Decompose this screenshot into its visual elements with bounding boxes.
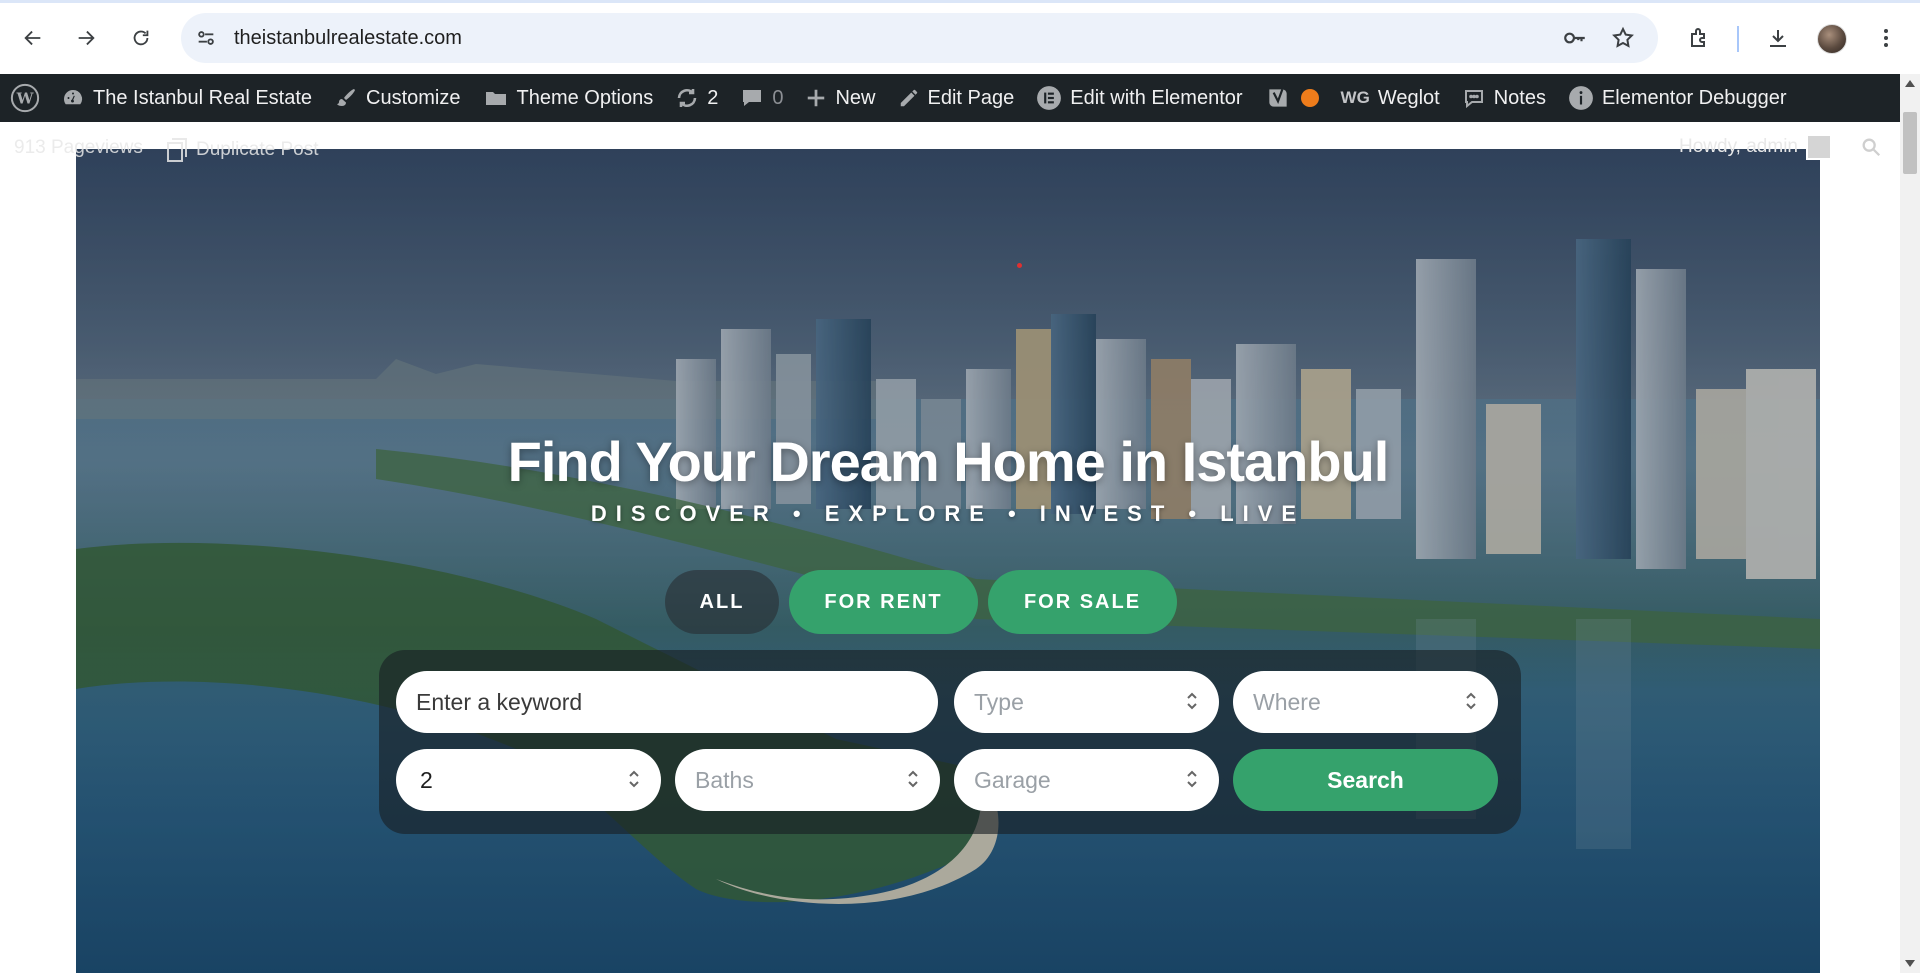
reload-button[interactable] (121, 18, 161, 58)
browser-toolbar: theistanbulrealestate.com (0, 0, 1920, 74)
search-icon[interactable] (1860, 136, 1882, 164)
svg-text:W: W (16, 90, 35, 108)
admin-edit-elementor[interactable]: Edit with Elementor (1025, 74, 1253, 122)
select-arrows-icon (627, 768, 641, 796)
new-label: New (835, 86, 876, 109)
hero-title: Find Your Dream Home in Istanbul (507, 430, 1390, 493)
howdy-label: Howdy, admin (1679, 136, 1798, 157)
plus-icon (805, 87, 827, 109)
admin-updates[interactable]: 2 (664, 74, 729, 122)
keyword-placeholder: Enter a keyword (416, 688, 583, 715)
listing-type-tabs: ALL FOR RENT FOR SALE (76, 570, 1820, 634)
back-icon (24, 30, 41, 46)
url-text[interactable]: theistanbulrealestate.com (234, 27, 462, 50)
password-key-icon[interactable] (1559, 22, 1591, 54)
address-bar[interactable]: theistanbulrealestate.com (181, 13, 1658, 63)
property-search-panel: Enter a keyword Type Where 2 Baths Garag… (379, 650, 1521, 834)
menu-icon[interactable] (1866, 18, 1906, 58)
profile-avatar[interactable] (1817, 24, 1847, 54)
admin-site-name[interactable]: The Istanbul Real Estate (50, 74, 323, 122)
type-select[interactable]: Type (954, 671, 1219, 733)
forward-icon (78, 30, 95, 46)
scrollbar-thumb[interactable] (1903, 112, 1917, 174)
page-scrollbar[interactable] (1900, 74, 1920, 973)
admin-customize[interactable]: Customize (323, 74, 471, 122)
garage-value: Garage (974, 766, 1051, 793)
site-name-label: The Istanbul Real Estate (93, 86, 313, 109)
admin-secondary-bar: 913 Pageviews Duplicate Post Howdy, admi… (0, 122, 1900, 162)
duplicate-label: Duplicate Post (196, 139, 319, 160)
select-arrows-icon (1185, 768, 1199, 796)
pageviews-counter[interactable]: 913 Pageviews (14, 137, 143, 159)
keyword-input[interactable]: Enter a keyword (396, 671, 938, 733)
admin-seo[interactable] (1254, 74, 1330, 122)
tab-for-rent[interactable]: FOR RENT (789, 570, 978, 634)
scroll-up-icon[interactable] (1905, 80, 1915, 87)
updates-count: 2 (707, 86, 719, 109)
customize-label: Customize (366, 86, 461, 109)
howdy-account[interactable]: Howdy, admin (1679, 134, 1832, 160)
city-skyline-background-image (76, 149, 1820, 973)
beds-value: 2 (420, 766, 433, 793)
site-info-icon[interactable] (186, 18, 226, 58)
folder-icon (483, 86, 509, 110)
hero-section: Find Your Dream Home in Istanbul DISCOVE… (76, 149, 1820, 973)
admin-weglot[interactable]: WG Weglot (1330, 74, 1451, 122)
info-icon (1568, 85, 1594, 111)
admin-new[interactable]: New (794, 74, 886, 122)
extensions-icon[interactable] (1679, 18, 1719, 58)
toolbar-divider (1737, 26, 1739, 52)
weglot-icon: WG (1340, 88, 1370, 107)
hero-subtitle: DISCOVER • EXPLORE • INVEST • LIVE (590, 501, 1306, 526)
tab-for-sale[interactable]: FOR SALE (988, 570, 1177, 634)
admin-notes[interactable]: Notes (1451, 74, 1557, 122)
bookmark-star-icon[interactable] (1607, 22, 1639, 54)
downloads-icon[interactable] (1758, 18, 1798, 58)
tab-all[interactable]: ALL (665, 570, 779, 634)
paintbrush-icon (334, 86, 358, 110)
comments-count: 0 (772, 86, 784, 109)
notes-label: Notes (1493, 86, 1546, 109)
debugger-label: Elementor Debugger (1601, 86, 1787, 109)
user-avatar (1806, 134, 1832, 160)
duplicate-icon (167, 138, 187, 162)
admin-elementor-debugger[interactable]: Elementor Debugger (1557, 74, 1798, 122)
updates-icon (675, 86, 699, 110)
beds-select[interactable]: 2 (396, 749, 661, 811)
reload-icon (133, 30, 149, 46)
type-value: Type (974, 688, 1024, 715)
select-arrows-icon (1185, 690, 1199, 718)
edit-page-label: Edit Page (927, 86, 1015, 109)
baths-select[interactable]: Baths (675, 749, 940, 811)
seo-status-dot (1300, 89, 1319, 107)
wp-admin-bar: W The Istanbul Real Estate Customize The… (0, 74, 1920, 122)
weglot-label: Weglot (1377, 86, 1440, 109)
select-arrows-icon (906, 768, 920, 796)
where-value: Where (1253, 688, 1321, 715)
wordpress-logo-icon[interactable]: W (0, 74, 50, 122)
notes-bubble-icon (1462, 86, 1486, 110)
baths-value: Baths (695, 766, 754, 793)
elementor-icon (1036, 85, 1062, 111)
garage-select[interactable]: Garage (954, 749, 1219, 811)
forward-button[interactable] (66, 18, 106, 58)
yoast-seo-icon (1265, 85, 1291, 111)
page-content: Find Your Dream Home in Istanbul DISCOVE… (0, 122, 1900, 973)
comment-bubble-icon (740, 86, 764, 110)
select-arrows-icon (1464, 690, 1478, 718)
dashboard-gauge-icon (61, 86, 85, 110)
edit-elementor-label: Edit with Elementor (1070, 86, 1243, 109)
where-select[interactable]: Where (1233, 671, 1498, 733)
theme-options-label: Theme Options (516, 86, 654, 109)
admin-edit-page[interactable]: Edit Page (887, 74, 1026, 122)
marker-dot (1017, 263, 1022, 268)
pencil-icon (898, 87, 920, 109)
duplicate-post-link[interactable]: Duplicate Post (166, 137, 319, 163)
back-button[interactable] (13, 18, 53, 58)
admin-comments[interactable]: 0 (729, 74, 794, 122)
search-button[interactable]: Search (1233, 749, 1498, 811)
scroll-down-icon[interactable] (1905, 960, 1915, 967)
admin-theme-options[interactable]: Theme Options (472, 74, 665, 122)
tab-strip-edge (0, 0, 1920, 3)
